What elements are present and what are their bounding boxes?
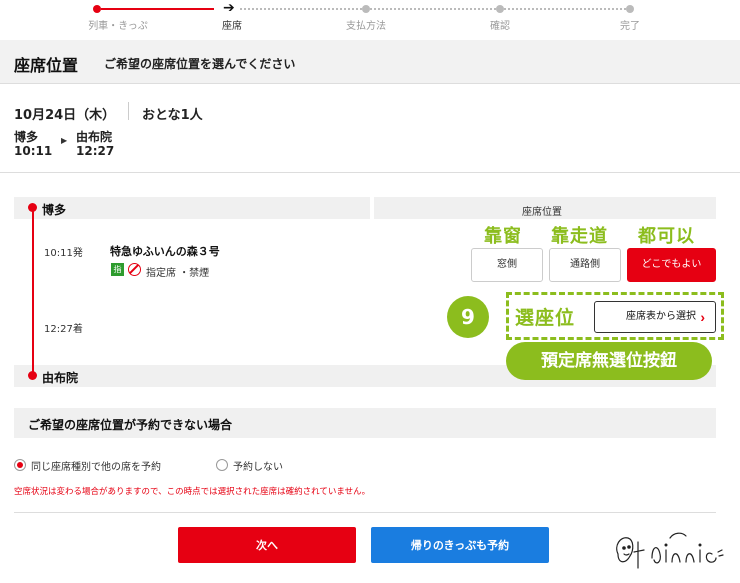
depart-time-label: 10:11発 xyxy=(44,248,83,259)
chevron-right-icon: › xyxy=(700,309,705,325)
step-label-seat: 座席 xyxy=(222,21,242,32)
step-number-badge: 9 xyxy=(447,296,489,338)
step-dot-train xyxy=(93,5,101,13)
page-header: 座席位置 ご希望の座席位置を選んでください xyxy=(0,40,740,84)
annotation-any: 都可以 xyxy=(638,226,695,247)
radio-no-reserve-label[interactable]: 予約しない xyxy=(233,458,283,473)
annotation-pill: 預定席無選位按鈕 xyxy=(506,342,712,380)
divider xyxy=(14,512,716,513)
step-label-confirm: 確認 xyxy=(490,21,510,32)
from-station: 博多 xyxy=(42,203,67,217)
seat-position-header: 座席位置 xyxy=(522,207,562,218)
signature-watermark xyxy=(616,532,724,569)
arrival-station: 由布院 xyxy=(76,130,113,144)
fallback-title: ご希望の座席位置が予約できない場合 xyxy=(28,418,233,432)
seat-map-button[interactable]: 座席表から選択 › xyxy=(594,301,716,333)
seat-window-button[interactable]: 窓側 xyxy=(471,248,543,282)
from-station-row xyxy=(14,197,370,219)
route-line xyxy=(32,208,34,376)
return-ticket-button[interactable]: 帰りのきっぷも予約 xyxy=(371,527,549,563)
next-button[interactable]: 次へ xyxy=(178,527,356,563)
fallback-header: ご希望の座席位置が予約できない場合 xyxy=(14,408,716,438)
arrive-time-label: 12:27着 xyxy=(44,324,83,335)
route-dot-start xyxy=(28,203,37,212)
departure-station: 博多 xyxy=(14,130,39,144)
step-connector xyxy=(504,8,626,10)
radio-other-seat[interactable] xyxy=(14,459,26,471)
step-connector xyxy=(370,8,496,10)
seat-type: 指定席 ・禁煙 xyxy=(146,268,210,279)
annotation-select-seat: 選座位 xyxy=(515,307,576,329)
step-label-payment: 支払方法 xyxy=(346,21,386,32)
step-dot-payment xyxy=(362,5,370,13)
route-dot-end xyxy=(28,371,37,380)
divider xyxy=(128,102,129,120)
to-station: 由布院 xyxy=(42,371,79,385)
annotation-window: 靠窗 xyxy=(484,226,522,247)
trip-date: 10月24日（木） xyxy=(14,108,116,123)
seat-map-button-label: 座席表から選択 xyxy=(626,311,696,322)
seat-any-button[interactable]: どこでもよい xyxy=(627,248,716,282)
passenger-count: おとな1人 xyxy=(142,108,203,123)
train-name: 特急ゆふいんの森３号 xyxy=(110,245,220,258)
departure-time: 10:11 xyxy=(14,144,53,158)
page-title: 座席位置 xyxy=(14,56,79,75)
step-label-train: 列車・きっぷ xyxy=(88,21,148,32)
progress-stepper: ➔ 列車・きっぷ 座席 支払方法 確認 完了 xyxy=(0,0,740,36)
arrival-time: 12:27 xyxy=(76,144,115,158)
divider xyxy=(0,172,740,173)
radio-no-reserve[interactable] xyxy=(216,459,228,471)
reserved-seat-icon: 指 xyxy=(111,263,124,276)
step-connector xyxy=(101,8,214,10)
route-arrow-icon: ▶ xyxy=(61,136,68,145)
availability-warning: 空席状況は変わる場合がありますので、この時点では選択された座席は確約されていませ… xyxy=(14,487,371,497)
annotation-aisle: 靠走道 xyxy=(551,226,608,247)
step-dot-complete xyxy=(626,5,634,13)
step-connector xyxy=(240,8,362,10)
step-dot-confirm xyxy=(496,5,504,13)
radio-other-seat-label[interactable]: 同じ座席種別で他の席を予約 xyxy=(31,458,161,473)
no-smoking-icon xyxy=(128,263,141,276)
step-label-complete: 完了 xyxy=(620,21,640,32)
page-subtitle: ご希望の座席位置を選んでください xyxy=(104,57,296,71)
current-step-arrow-icon: ➔ xyxy=(223,0,235,16)
seat-aisle-button[interactable]: 通路側 xyxy=(549,248,621,282)
